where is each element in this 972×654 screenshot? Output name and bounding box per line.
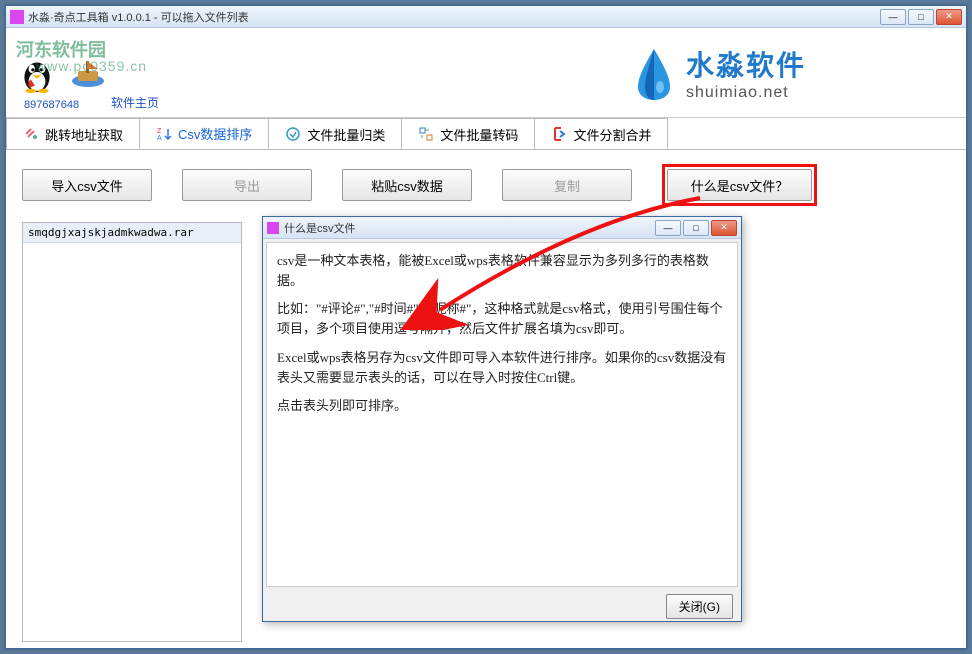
svg-text:A: A <box>157 135 162 142</box>
list-item[interactable]: smqdgjxajskjadmkwadwa.rar <box>23 223 241 243</box>
header-area: 河东软件园 www.pc0359.cn 897687648 软件主页 <box>6 28 966 118</box>
csv-help-dialog: 什么是csv文件 — □ ✕ csv是一种文本表格，能被Excel或wps表格软… <box>262 216 742 622</box>
export-button[interactable]: 导出 <box>182 169 312 201</box>
dialog-icon <box>267 222 279 234</box>
highlight-annotation: 什么是csv文件？ <box>662 164 817 206</box>
sort-icon: ZA <box>156 126 172 142</box>
dialog-title: 什么是csv文件 <box>284 220 655 236</box>
tab-csv-sort[interactable]: ZA Csv数据排序 <box>139 118 269 149</box>
watermark-url: www.pc0359.cn <box>36 58 147 74</box>
link-icon <box>23 126 39 142</box>
brand-name-en: shuimiao.net <box>686 84 806 102</box>
dialog-close-button[interactable]: ✕ <box>711 220 737 236</box>
paste-csv-button[interactable]: 粘贴csv数据 <box>342 169 472 201</box>
qq-number-link[interactable]: 897687648 <box>24 99 79 111</box>
minimize-button[interactable]: — <box>880 9 906 25</box>
dialog-content: csv是一种文本表格，能被Excel或wps表格软件兼容显示为多列多行的表格数据… <box>266 242 738 587</box>
what-is-csv-button[interactable]: 什么是csv文件？ <box>667 169 812 201</box>
window-title: 水淼·奇点工具箱 v1.0.0.1 - 可以拖入文件列表 <box>28 9 880 25</box>
toolbar: 导入csv文件 导出 粘贴csv数据 复制 什么是csv文件？ <box>6 150 966 220</box>
close-button[interactable]: ✕ <box>936 9 962 25</box>
tab-bar: 跳转地址获取 ZA Csv数据排序 文件批量归类 文件批量转码 文件分割合并 <box>6 118 966 150</box>
dialog-paragraph: Excel或wps表格另存为csv文件即可导入本软件进行排序。如果你的csv数据… <box>277 348 727 388</box>
split-icon <box>551 126 567 142</box>
svg-text:Z: Z <box>157 128 162 135</box>
tab-batch-encode[interactable]: 文件批量转码 <box>401 118 535 149</box>
brand-logo: 水淼软件 shuimiao.net <box>632 44 806 102</box>
dialog-maximize-button[interactable]: □ <box>683 220 709 236</box>
copy-button[interactable]: 复制 <box>502 169 632 201</box>
dialog-paragraph: csv是一种文本表格，能被Excel或wps表格软件兼容显示为多列多行的表格数据… <box>277 251 727 291</box>
tab-redirect-url[interactable]: 跳转地址获取 <box>6 118 140 149</box>
brand-name-cn: 水淼软件 <box>686 44 806 84</box>
dialog-paragraph: 点击表头列即可排序。 <box>277 396 727 416</box>
tab-split-merge[interactable]: 文件分割合并 <box>534 118 668 149</box>
encode-icon <box>418 126 434 142</box>
tab-label: 跳转地址获取 <box>45 125 123 144</box>
tab-label: Csv数据排序 <box>178 124 252 143</box>
dialog-paragraph: 比如："#评论#","#时间#","#昵称#"，这种格式就是csv格式，使用引号… <box>277 299 727 339</box>
software-home-link[interactable]: 软件主页 <box>111 94 159 111</box>
app-icon <box>10 10 24 24</box>
folder-icon <box>285 126 301 142</box>
tab-label: 文件分割合并 <box>573 125 651 144</box>
dialog-footer: 关闭(G) <box>263 590 741 623</box>
dialog-minimize-button[interactable]: — <box>655 220 681 236</box>
main-titlebar: 水淼·奇点工具箱 v1.0.0.1 - 可以拖入文件列表 — □ ✕ <box>6 6 966 28</box>
dialog-close-g-button[interactable]: 关闭(G) <box>666 594 733 619</box>
tab-batch-classify[interactable]: 文件批量归类 <box>268 118 402 149</box>
tab-label: 文件批量转码 <box>440 125 518 144</box>
dialog-titlebar: 什么是csv文件 — □ ✕ <box>263 217 741 239</box>
tab-label: 文件批量归类 <box>307 125 385 144</box>
water-drop-icon <box>632 45 676 101</box>
file-list[interactable]: smqdgjxajskjadmkwadwa.rar <box>22 222 242 642</box>
maximize-button[interactable]: □ <box>908 9 934 25</box>
import-csv-button[interactable]: 导入csv文件 <box>22 169 152 201</box>
